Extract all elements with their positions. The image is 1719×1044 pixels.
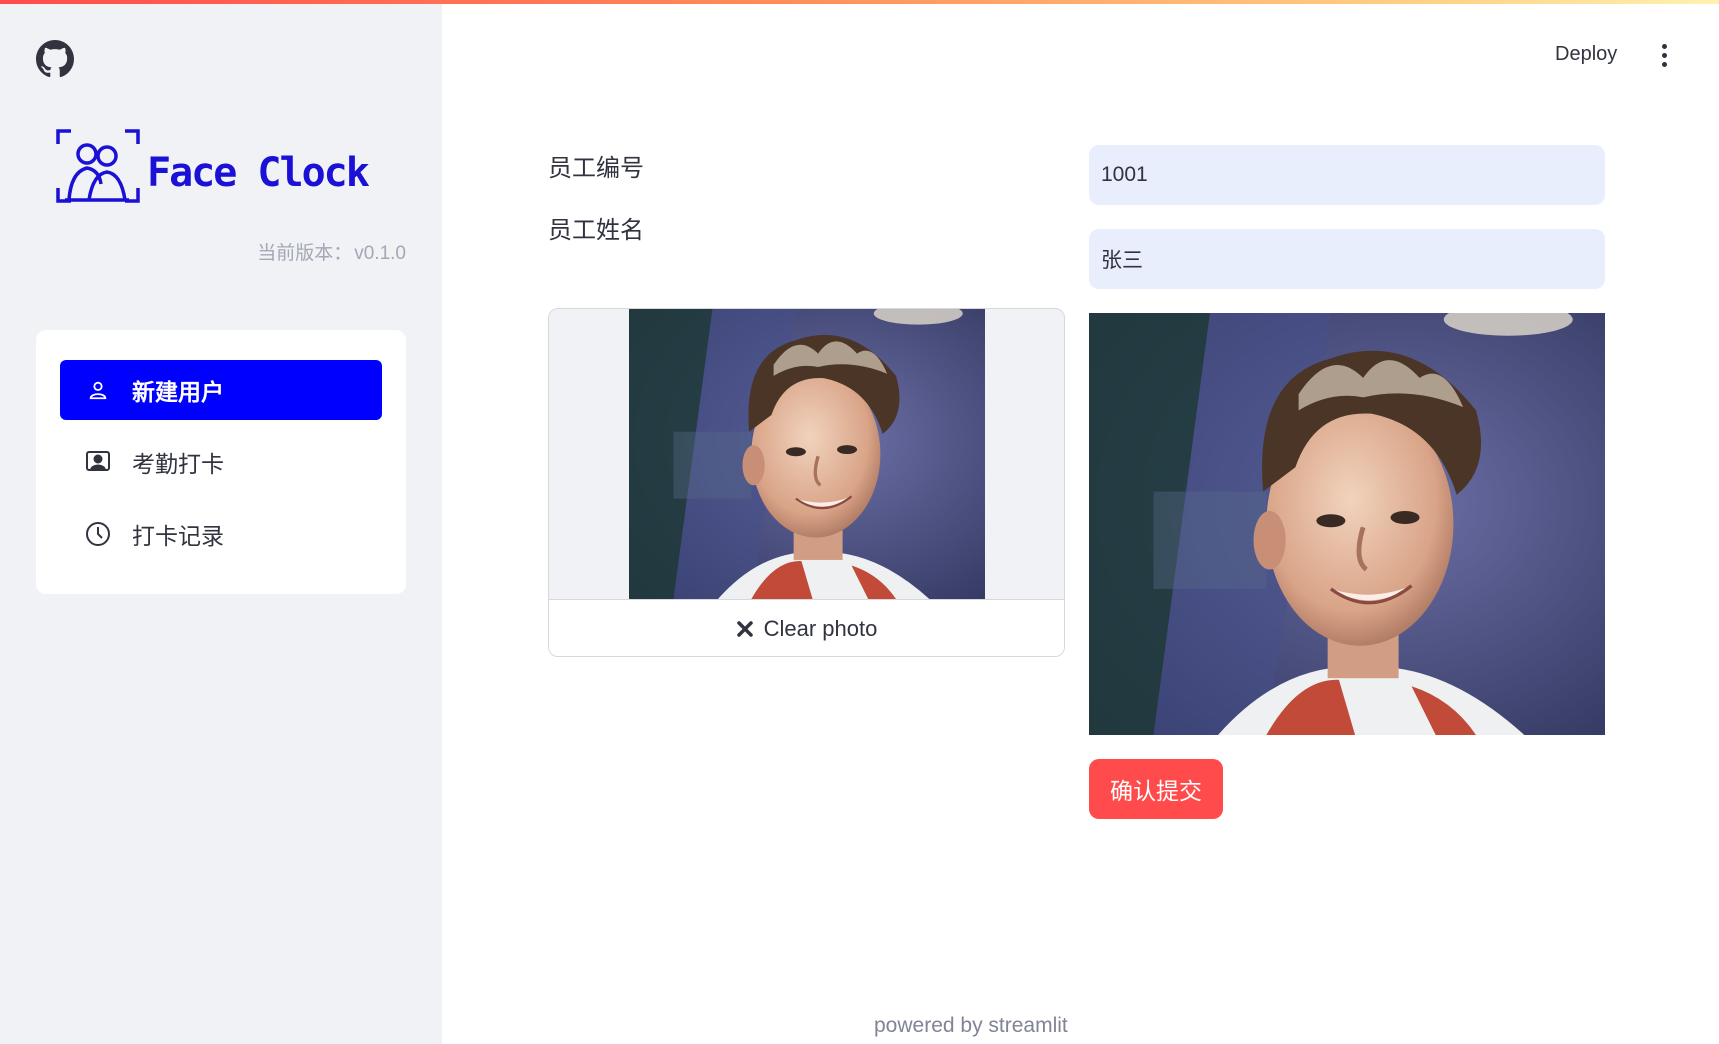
- submit-button[interactable]: 确认提交: [1089, 759, 1223, 819]
- camera-preview-image: [629, 309, 985, 599]
- powered-by-link[interactable]: powered by streamlit: [874, 1014, 1068, 1038]
- app-logo: Face Clock In: [55, 128, 385, 208]
- close-icon: [736, 620, 754, 638]
- deploy-button[interactable]: Deploy: [1555, 43, 1617, 66]
- clear-photo-label: Clear photo: [763, 616, 878, 641]
- sidebar: Face Clock In 当前版本：v0.1.0 新建用户: [0, 0, 442, 1044]
- top-decoration-bar: [0, 0, 1719, 4]
- employee-id-label: 员工编号: [548, 155, 644, 182]
- employee-name-label: 员工姓名: [548, 217, 644, 244]
- camera-input: Clear photo: [548, 308, 1065, 657]
- user-icon: [84, 376, 112, 404]
- id-card-icon: [84, 448, 112, 476]
- nav-menu: 新建用户 考勤打卡 打卡记录: [36, 330, 406, 594]
- version-info: 当前版本： v0.1.0: [257, 238, 406, 265]
- employee-name-input[interactable]: [1089, 229, 1605, 289]
- nav-item-attendance[interactable]: 考勤打卡: [60, 432, 382, 492]
- github-icon[interactable]: [36, 40, 74, 78]
- captured-photo: [1089, 313, 1605, 735]
- nav-item-new-user[interactable]: 新建用户: [60, 360, 382, 420]
- version-value: v0.1.0: [354, 243, 406, 264]
- nav-item-label: 新建用户: [132, 379, 224, 405]
- svg-text:Face Clock In: Face Clock In: [147, 150, 385, 196]
- employee-id-input[interactable]: [1089, 145, 1605, 205]
- nav-item-records[interactable]: 打卡记录: [60, 504, 382, 564]
- version-label: 当前版本：: [257, 243, 353, 264]
- nav-item-label: 打卡记录: [132, 523, 224, 549]
- clear-photo-button[interactable]: Clear photo: [549, 599, 1064, 656]
- clock-icon: [84, 520, 112, 548]
- nav-item-label: 考勤打卡: [132, 451, 224, 477]
- kebab-menu-icon[interactable]: [1652, 40, 1676, 70]
